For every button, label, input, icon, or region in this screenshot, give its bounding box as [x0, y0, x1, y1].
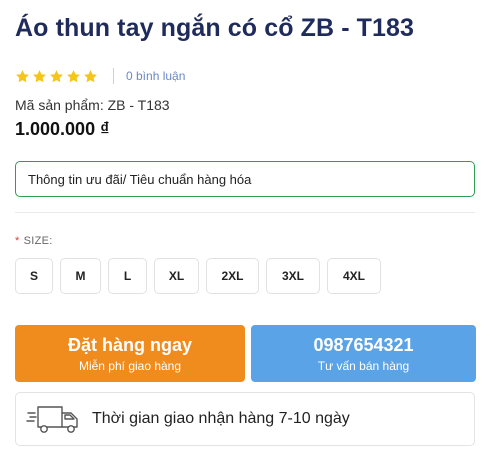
star-icon [50, 69, 63, 82]
product-sku: Mã sản phẩm: ZB - T183 [15, 97, 170, 113]
order-now-button[interactable]: Đặt hàng ngay Miễn phí giao hàng [15, 325, 245, 382]
action-buttons: Đặt hàng ngay Miễn phí giao hàng 0987654… [15, 325, 476, 382]
required-mark: * [15, 235, 20, 247]
size-option-xl[interactable]: XL [154, 258, 199, 294]
star-icon [16, 69, 29, 82]
star-rating [15, 69, 98, 84]
size-option-4xl[interactable]: 4XL [327, 258, 381, 294]
star-icon [84, 69, 97, 82]
size-option-m[interactable]: M [60, 258, 101, 294]
divider [113, 68, 114, 84]
size-option-l[interactable]: L [108, 258, 147, 294]
size-option-3xl[interactable]: 3XL [266, 258, 320, 294]
product-title: Áo thun tay ngắn có cổ ZB - T183 [15, 14, 415, 42]
promo-info-box[interactable]: Thông tin ưu đãi/ Tiêu chuẩn hàng hóa [15, 161, 475, 197]
size-label-text: SIZE: [23, 235, 53, 247]
star-icon [33, 69, 46, 82]
delivery-info: Thời gian giao nhận hàng 7-10 ngày [15, 392, 475, 446]
hotline-subtitle: Tư vấn bán hàng [317, 358, 410, 373]
rating-row: 0 bình luận [15, 67, 185, 85]
hotline-number: 0987654321 [313, 334, 414, 355]
size-option-2xl[interactable]: 2XL [206, 258, 259, 294]
divider [15, 212, 475, 213]
product-price: 1.000.000 ₫ [15, 119, 110, 139]
hotline-button[interactable]: 0987654321 Tư vấn bán hàng [251, 325, 476, 382]
review-count-link[interactable]: 0 bình luận [126, 69, 185, 83]
size-options: S M L XL 2XL 3XL 4XL [15, 258, 381, 294]
order-now-title: Đặt hàng ngay [67, 334, 192, 355]
order-now-subtitle: Miễn phí giao hàng [78, 358, 182, 373]
star-icon [67, 69, 80, 82]
truck-icon [26, 406, 78, 433]
delivery-time-text: Thời gian giao nhận hàng 7-10 ngày [92, 410, 350, 427]
size-option-s[interactable]: S [15, 258, 53, 294]
promo-info-label: Thông tin ưu đãi/ Tiêu chuẩn hàng hóa [28, 171, 252, 187]
size-label: * SIZE: [15, 235, 53, 247]
